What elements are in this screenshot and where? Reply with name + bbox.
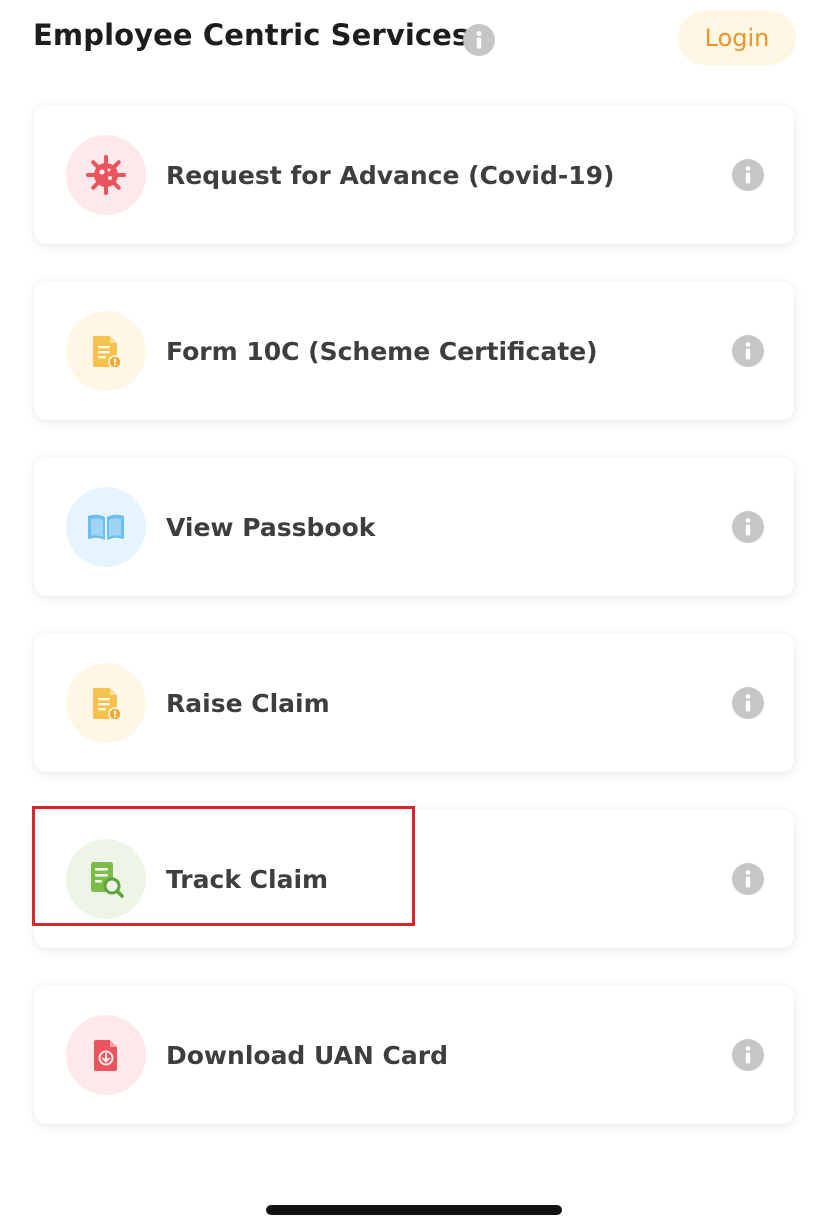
service-label: View Passbook [166,512,376,542]
info-icon[interactable] [732,511,764,543]
info-icon[interactable] [732,159,764,191]
document-alert-icon [66,663,146,743]
info-icon[interactable] [732,687,764,719]
info-icon[interactable] [463,24,495,56]
service-label: Raise Claim [166,688,330,718]
service-label: Form 10C (Scheme Certificate) [166,336,598,366]
file-download-icon [66,1015,146,1095]
service-card-download-uan[interactable]: Download UAN Card [34,986,794,1124]
document-alert-icon [66,311,146,391]
open-book-icon [66,487,146,567]
service-card-form-10c[interactable]: Form 10C (Scheme Certificate) [34,282,794,420]
info-icon[interactable] [732,863,764,895]
header: Employee Centric Services Login [0,0,828,78]
service-card-track-claim[interactable]: Track Claim [34,810,794,948]
info-icon[interactable] [732,1039,764,1071]
service-label: Download UAN Card [166,1040,448,1070]
service-card-request-advance[interactable]: Request for Advance (Covid-19) [34,106,794,244]
home-indicator[interactable] [266,1205,562,1215]
page-title: Employee Centric Services [33,18,470,52]
service-card-raise-claim[interactable]: Raise Claim [34,634,794,772]
employee-services-screen: Employee Centric Services Login Request … [0,0,828,1232]
login-button[interactable]: Login [678,11,796,65]
document-search-icon [66,839,146,919]
virus-icon [66,135,146,215]
service-label: Track Claim [166,864,329,894]
info-icon[interactable] [732,335,764,367]
service-label: Request for Advance (Covid-19) [166,160,615,190]
service-card-view-passbook[interactable]: View Passbook [34,458,794,596]
